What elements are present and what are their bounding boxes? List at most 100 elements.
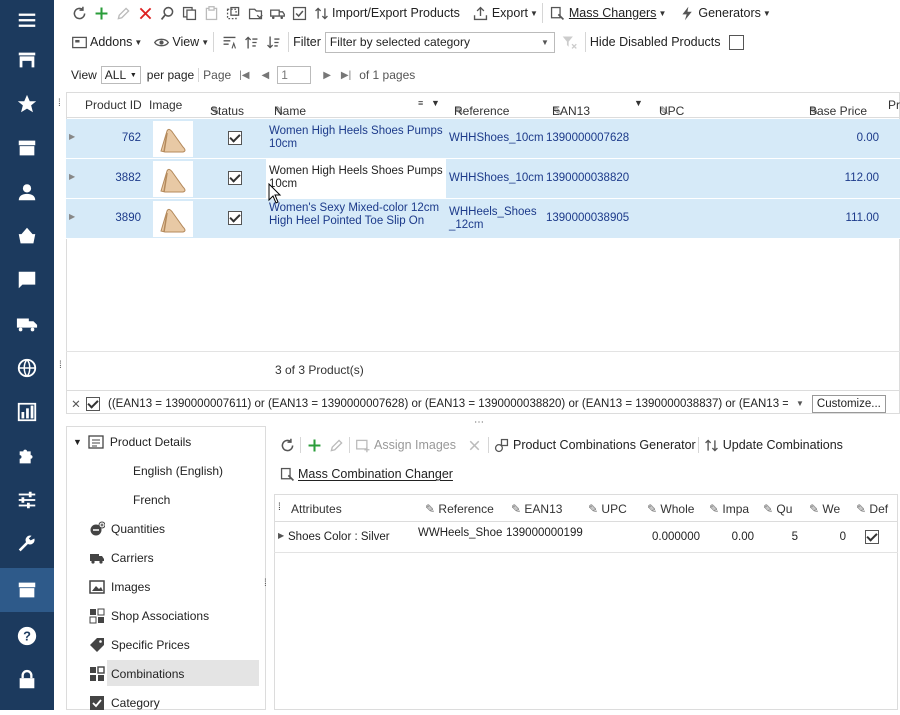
filter-dropdown-icon[interactable]: ▼	[796, 399, 804, 408]
splitter-icon[interactable]: ⁞	[59, 360, 62, 371]
check-list-icon[interactable]	[288, 2, 310, 24]
page-size-select[interactable]: ALL ▼	[100, 66, 141, 84]
default-checkbox[interactable]	[865, 530, 879, 547]
col-reference[interactable]: ✎ Reference	[425, 502, 494, 516]
col-quantity[interactable]: ✎ Qu	[763, 502, 792, 516]
combinations-generator-button[interactable]: Product Combinations Generator	[513, 438, 696, 452]
view-icon[interactable]	[150, 31, 172, 53]
sort-text-icon[interactable]	[218, 31, 240, 53]
globe-icon[interactable]	[0, 348, 54, 388]
status-checkbox[interactable]	[228, 171, 242, 188]
hide-disabled-checkbox[interactable]	[728, 34, 744, 50]
col-impact[interactable]: ✎ Impa	[709, 502, 749, 516]
tree-item-shop-associations[interactable]: Shop Associations	[89, 604, 209, 628]
filter-select[interactable]: Filter by selected category ▼	[324, 31, 555, 53]
splitter-v-icon[interactable]: ⁞	[264, 578, 267, 589]
sort-down-icon[interactable]	[262, 31, 284, 53]
tree-item-french[interactable]: French	[133, 488, 170, 512]
col-image[interactable]: Image	[149, 98, 182, 112]
duplicate-icon[interactable]	[222, 2, 244, 24]
wrench-icon[interactable]	[0, 524, 54, 564]
puzzle-icon[interactable]	[0, 436, 54, 476]
lock-icon[interactable]	[0, 660, 54, 700]
sort-icon[interactable]: ≡	[418, 98, 423, 108]
import-export-icon[interactable]	[310, 2, 332, 24]
last-page-icon[interactable]: ▶|	[341, 70, 351, 81]
add-icon[interactable]	[303, 434, 325, 456]
menu-icon[interactable]	[0, 0, 54, 40]
add-icon[interactable]	[90, 2, 112, 24]
combination-row[interactable]: ▶ Shoes Color : Silver WWHeels_Shoe 1390…	[274, 522, 898, 553]
table-row[interactable]: ▶ 762 Women High Heels Shoes Pumps 10cm …	[66, 119, 900, 159]
addons-button[interactable]: Addons	[90, 35, 132, 49]
help-icon[interactable]: ?	[0, 616, 54, 656]
customize-button[interactable]: Customize...	[811, 394, 886, 413]
expand-icon[interactable]: ▶	[69, 212, 75, 221]
product-name[interactable]: Women High Heels Shoes Pumps 10cm	[269, 125, 445, 151]
delete-icon[interactable]	[134, 2, 156, 24]
lightning-icon[interactable]	[676, 2, 698, 24]
sort-up-icon[interactable]	[240, 31, 262, 53]
col-weight[interactable]: ✎ We	[809, 502, 840, 516]
status-checkbox[interactable]	[228, 211, 242, 228]
assign-images-icon[interactable]	[352, 434, 374, 456]
sliders-icon[interactable]	[0, 480, 54, 520]
mass-changers-button[interactable]: Mass Changers	[569, 6, 657, 20]
tree-item-images[interactable]: Images	[89, 575, 150, 599]
basket-icon[interactable]	[0, 216, 54, 256]
addons-icon[interactable]	[68, 31, 90, 53]
filter-icon[interactable]: ▼	[431, 98, 440, 108]
col-wholesale[interactable]: ✎ Whole	[647, 502, 694, 516]
col-product-id[interactable]: Product ID	[85, 98, 142, 112]
next-page-icon[interactable]: ▶	[323, 70, 331, 81]
product-name[interactable]: Women High Heels Shoes Pumps 10cm	[269, 165, 445, 191]
product-name[interactable]: Women's Sexy Mixed-color 12cm High Heel …	[269, 202, 445, 228]
copy-icon[interactable]	[178, 2, 200, 24]
tree-item-carriers[interactable]: Carriers	[89, 546, 154, 570]
store-icon[interactable]	[0, 40, 54, 80]
search-icon[interactable]	[156, 2, 178, 24]
page-input[interactable]: 1	[277, 66, 312, 84]
export-icon[interactable]	[470, 2, 492, 24]
clear-filter-icon[interactable]	[559, 31, 581, 53]
archive-active-icon[interactable]	[0, 568, 54, 612]
prev-page-icon[interactable]: ◀	[262, 70, 270, 81]
view-button[interactable]: View	[172, 35, 199, 49]
import-export-button[interactable]: Import/Export Products	[332, 6, 460, 20]
col-upc[interactable]: ✎ UPC	[588, 502, 627, 516]
paste-icon[interactable]	[200, 2, 222, 24]
tree-item-quantities[interactable]: Quantities	[89, 517, 165, 541]
star-icon[interactable]	[0, 84, 54, 124]
user-icon[interactable]	[0, 172, 54, 212]
mass-combination-icon[interactable]	[276, 463, 298, 485]
table-row[interactable]: ▶ 3890 Women's Sexy Mixed-color 12cm Hig…	[66, 199, 900, 239]
update-combinations-icon[interactable]	[701, 434, 723, 456]
filter-active-icon[interactable]: ▼	[634, 98, 643, 108]
table-row[interactable]: ▶ 3882 Women High Heels Shoes Pumps 10cm…	[66, 159, 900, 199]
truck-icon[interactable]	[0, 304, 54, 344]
grid-menu-icon[interactable]: ⁞	[278, 502, 281, 513]
chart-icon[interactable]	[0, 392, 54, 432]
filter-enabled-checkbox[interactable]	[86, 396, 100, 411]
expand-icon[interactable]: ▶	[278, 531, 284, 540]
archive-icon[interactable]	[0, 128, 54, 168]
col-pr[interactable]: Pr	[888, 98, 900, 112]
generators-button[interactable]: Generators	[698, 6, 761, 20]
move-icon[interactable]	[244, 2, 266, 24]
update-combinations-button[interactable]: Update Combinations	[723, 438, 843, 452]
refresh-icon[interactable]	[276, 434, 298, 456]
first-page-icon[interactable]: |◀	[239, 70, 249, 81]
tree-item-specific-prices[interactable]: Specific Prices	[89, 633, 190, 657]
edit-icon[interactable]	[112, 2, 134, 24]
refresh-icon[interactable]	[68, 2, 90, 24]
edit-icon[interactable]	[325, 434, 347, 456]
export-button[interactable]: Export	[492, 6, 528, 20]
mass-combination-changer-button[interactable]: Mass Combination Changer	[298, 467, 453, 481]
expand-icon[interactable]: ▶	[69, 132, 75, 141]
col-attributes[interactable]: Attributes	[291, 502, 342, 516]
tree-item-category[interactable]: Category	[89, 691, 160, 715]
tree-item-product-details[interactable]: ▼ Product Details	[73, 430, 191, 454]
col-ean13[interactable]: ✎ EAN13	[511, 502, 562, 516]
tree-item-english[interactable]: English (English)	[133, 459, 223, 483]
delete-disabled-icon[interactable]	[464, 434, 486, 456]
